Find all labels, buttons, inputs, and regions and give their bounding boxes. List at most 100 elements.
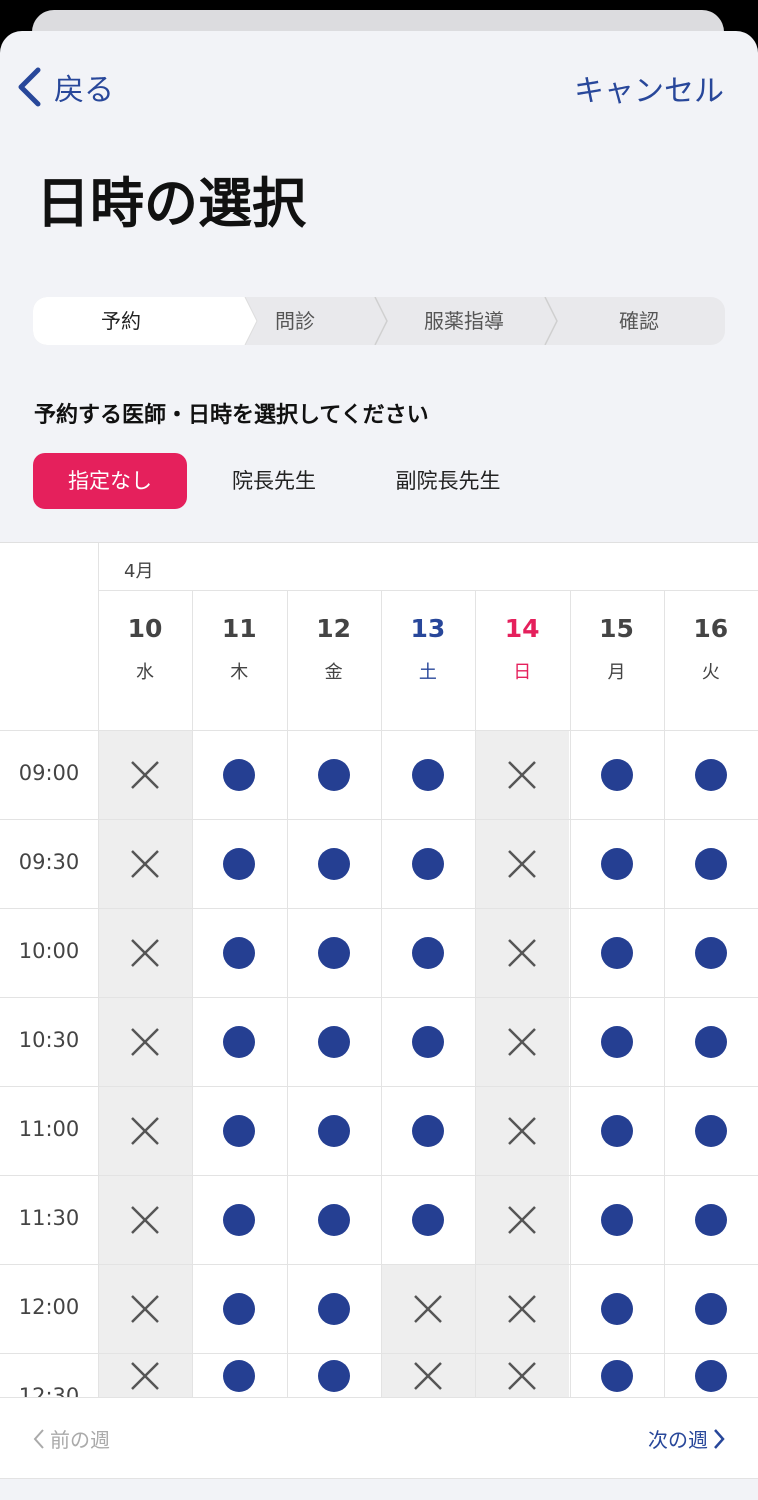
step-progress: 予約 問診 服薬指導 確認 <box>33 297 725 345</box>
day-date: 15 <box>599 614 634 643</box>
slot-unavailable <box>475 819 570 908</box>
slot-available[interactable] <box>192 1086 286 1175</box>
cancel-button[interactable]: キャンセル <box>574 66 724 110</box>
grid-line <box>664 590 665 1398</box>
step-confirmation: 確認 <box>619 309 659 333</box>
available-dot-icon <box>600 936 633 969</box>
cross-icon <box>131 1116 160 1145</box>
available-dot-icon <box>412 1114 445 1147</box>
slot-unavailable <box>475 1175 570 1264</box>
slot-available[interactable] <box>381 997 475 1086</box>
cross-icon <box>131 1027 160 1056</box>
slot-available[interactable] <box>381 1086 475 1175</box>
doctor-option-vice-director[interactable]: 副院長先生 <box>374 453 522 509</box>
doctor-option-director[interactable]: 院長先生 <box>204 453 344 509</box>
slot-available[interactable] <box>287 908 381 997</box>
day-weekday: 木 <box>230 662 249 683</box>
slot-available[interactable] <box>287 730 381 819</box>
time-label: 10:30 <box>18 1028 80 1052</box>
available-dot-icon <box>694 1203 727 1236</box>
day-date: 12 <box>316 614 351 643</box>
slot-available[interactable] <box>192 1264 286 1353</box>
slot-unavailable <box>475 1264 570 1353</box>
slot-available[interactable] <box>664 1353 758 1398</box>
slot-available[interactable] <box>664 997 758 1086</box>
slot-available[interactable] <box>192 730 286 819</box>
available-dot-icon <box>600 847 633 880</box>
day-weekday: 金 <box>324 662 343 683</box>
available-dot-icon <box>317 1025 350 1058</box>
slot-available[interactable] <box>664 1264 758 1353</box>
slot-available[interactable] <box>192 819 286 908</box>
slot-available[interactable] <box>570 730 664 819</box>
available-dot-icon <box>412 936 445 969</box>
slot-available[interactable] <box>570 819 664 908</box>
slot-available[interactable] <box>192 997 286 1086</box>
available-dot-icon <box>600 758 633 791</box>
available-dot-icon <box>412 1203 445 1236</box>
cross-icon <box>131 938 160 967</box>
slot-available[interactable] <box>570 1086 664 1175</box>
available-dot-icon <box>223 936 256 969</box>
next-week-label: 次の週 <box>648 1428 708 1452</box>
slot-available[interactable] <box>287 1353 381 1398</box>
slot-unavailable <box>380 1353 476 1398</box>
available-dot-icon <box>600 1114 633 1147</box>
slot-available[interactable] <box>381 819 475 908</box>
available-dot-icon <box>600 1025 633 1058</box>
slot-unavailable <box>475 730 570 819</box>
slot-available[interactable] <box>570 908 664 997</box>
slot-unavailable <box>98 1086 193 1175</box>
grid-line <box>0 1264 758 1265</box>
slot-available[interactable] <box>664 908 758 997</box>
available-dot-icon <box>694 1359 727 1392</box>
slot-available[interactable] <box>381 908 475 997</box>
slot-available[interactable] <box>192 1175 286 1264</box>
available-dot-icon <box>412 1025 445 1058</box>
slot-available[interactable] <box>287 1086 381 1175</box>
slot-available[interactable] <box>570 1264 664 1353</box>
available-dot-icon <box>317 1114 350 1147</box>
slot-available[interactable] <box>287 819 381 908</box>
available-dot-icon <box>223 1203 256 1236</box>
grid-line <box>287 590 288 1398</box>
slot-available[interactable] <box>664 819 758 908</box>
time-label: 12:00 <box>18 1295 80 1319</box>
back-button[interactable]: 戻る <box>16 64 114 110</box>
grid-line <box>475 590 476 1398</box>
slot-available[interactable] <box>192 908 286 997</box>
cross-icon <box>131 1361 160 1390</box>
back-label: 戻る <box>54 73 114 108</box>
day-weekday: 火 <box>701 662 720 683</box>
cross-icon <box>414 1294 442 1323</box>
slot-unavailable <box>98 1353 193 1398</box>
slot-available[interactable] <box>381 730 475 819</box>
slot-available[interactable] <box>287 1264 381 1353</box>
slot-unavailable <box>98 1264 193 1353</box>
slot-available[interactable] <box>192 1353 286 1398</box>
available-dot-icon <box>317 1292 350 1325</box>
cross-icon <box>508 938 537 967</box>
day-weekday: 日 <box>513 662 532 683</box>
slot-available[interactable] <box>287 997 381 1086</box>
cross-icon <box>131 1294 160 1323</box>
slot-available[interactable] <box>381 1175 475 1264</box>
month-label: 4月 <box>124 561 154 582</box>
slot-available[interactable] <box>664 1086 758 1175</box>
slot-available[interactable] <box>570 1353 664 1398</box>
prev-week-button[interactable]: 前の週 <box>32 1424 110 1453</box>
doctor-option-any[interactable]: 指定なし <box>33 453 187 509</box>
slot-available[interactable] <box>570 1175 664 1264</box>
slot-available[interactable] <box>287 1175 381 1264</box>
slot-available[interactable] <box>664 1175 758 1264</box>
available-dot-icon <box>223 1292 256 1325</box>
cross-icon <box>414 1361 442 1390</box>
next-week-button[interactable]: 次の週 <box>648 1424 726 1453</box>
time-label: 11:30 <box>18 1206 80 1230</box>
slot-available[interactable] <box>664 730 758 819</box>
slot-available[interactable] <box>570 997 664 1086</box>
step-medication-guidance: 服薬指導 <box>424 309 504 333</box>
time-label: 11:00 <box>18 1117 80 1141</box>
day-weekday: 土 <box>418 662 437 683</box>
cross-icon <box>508 849 537 878</box>
